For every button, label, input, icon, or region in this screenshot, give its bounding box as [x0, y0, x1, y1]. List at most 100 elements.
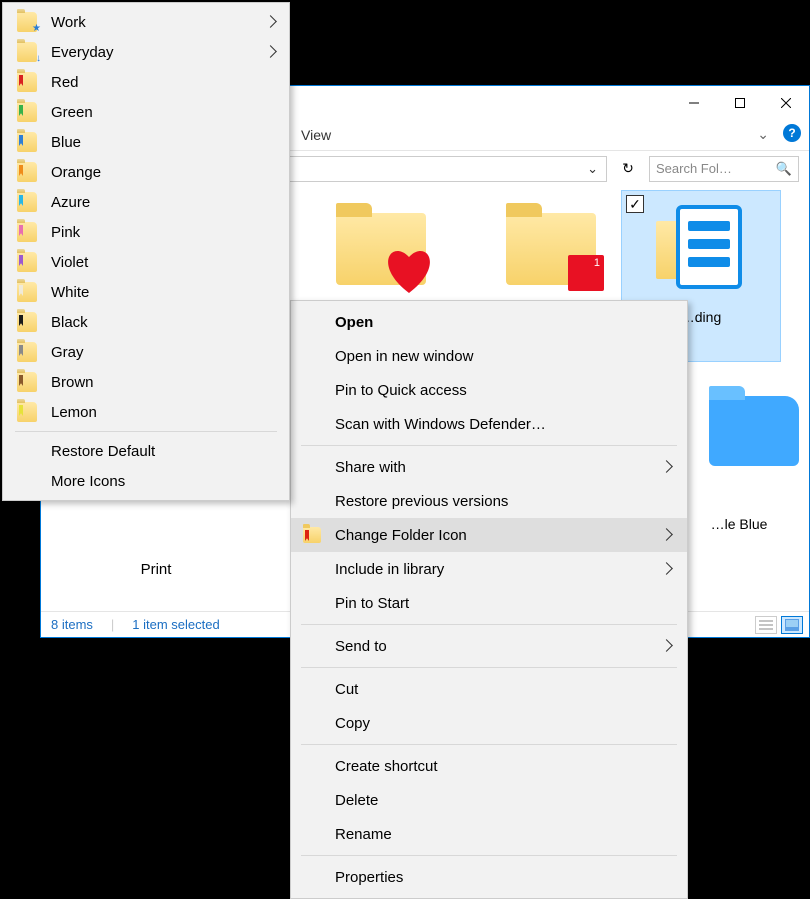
- folder-icon-submenu: Work Everyday Red Green Blue Orange Azure Pin…: [2, 2, 290, 501]
- submenu-color-pink[interactable]: Pink: [3, 217, 289, 247]
- submenu-color-azure[interactable]: Azure: [3, 187, 289, 217]
- folder-color-icon: [17, 402, 37, 422]
- address-dropdown-icon[interactable]: ⌄: [587, 161, 598, 177]
- context-scan-defender[interactable]: Scan with Windows Defender…: [291, 407, 687, 441]
- submenu-work[interactable]: Work: [3, 7, 289, 37]
- folder-color-icon: [17, 72, 37, 92]
- submenu-color-label: Blue: [51, 134, 81, 151]
- large-icons-view-button[interactable]: [781, 616, 803, 634]
- submenu-color-label: Orange: [51, 164, 101, 181]
- submenu-color-black[interactable]: Black: [3, 307, 289, 337]
- context-include-library[interactable]: Include in library: [291, 552, 687, 586]
- context-cut[interactable]: Cut: [291, 672, 687, 706]
- folder-item[interactable]: [709, 396, 799, 466]
- context-open[interactable]: Open: [291, 305, 687, 339]
- folder-color-icon: [17, 252, 37, 272]
- folder-color-icon: [17, 222, 37, 242]
- folder-color-icon: [17, 102, 37, 122]
- submenu-restore-default[interactable]: Restore Default: [3, 436, 289, 466]
- context-pin-start[interactable]: Pin to Start: [291, 586, 687, 620]
- submenu-everyday-label: Everyday: [51, 44, 114, 61]
- submenu-color-label: White: [51, 284, 89, 301]
- context-send-to[interactable]: Send to: [291, 629, 687, 663]
- submenu-color-label: Brown: [51, 374, 94, 391]
- context-restore-prev[interactable]: Restore previous versions: [291, 484, 687, 518]
- folder-item[interactable]: [301, 190, 461, 308]
- context-properties[interactable]: Properties: [291, 860, 687, 894]
- folder-color-icon: [17, 372, 37, 392]
- search-icon: 🔍: [776, 161, 792, 177]
- submenu-color-orange[interactable]: Orange: [3, 157, 289, 187]
- context-change-folder-icon[interactable]: Change Folder Icon: [291, 518, 687, 552]
- folder-icon: [496, 194, 606, 304]
- folder-download-icon: [17, 42, 37, 62]
- folder-icon: [303, 527, 321, 543]
- separator: [15, 431, 277, 432]
- thumbnails-icon: [785, 619, 799, 631]
- print-label[interactable]: Print: [41, 551, 271, 582]
- submenu-color-label: Green: [51, 104, 93, 121]
- status-selected-count: 1 item selected: [132, 617, 219, 632]
- context-share-with[interactable]: Share with: [291, 450, 687, 484]
- folder-icon: [646, 195, 756, 305]
- folder-color-icon: [17, 162, 37, 182]
- separator: [301, 624, 677, 625]
- details-view-icon: [759, 620, 773, 630]
- heart-icon: [384, 247, 434, 293]
- folder-icon: [326, 194, 436, 304]
- details-view-button[interactable]: [755, 616, 777, 634]
- context-open-new-window[interactable]: Open in new window: [291, 339, 687, 373]
- submenu-color-brown[interactable]: Brown: [3, 367, 289, 397]
- submenu-color-label: Red: [51, 74, 79, 91]
- folder-star-icon: [17, 12, 37, 32]
- print-panel: Print: [41, 551, 271, 582]
- minimize-button[interactable]: [671, 88, 717, 118]
- submenu-color-blue[interactable]: Blue: [3, 127, 289, 157]
- submenu-more-icons[interactable]: More Icons: [3, 466, 289, 496]
- submenu-everyday[interactable]: Everyday: [3, 37, 289, 67]
- folder-color-icon: [17, 312, 37, 332]
- submenu-color-label: Violet: [51, 254, 88, 271]
- selection-checkbox[interactable]: ✓: [626, 195, 644, 213]
- submenu-color-violet[interactable]: Violet: [3, 247, 289, 277]
- help-button[interactable]: ?: [783, 124, 801, 142]
- view-mode-switcher: [755, 616, 803, 634]
- folder-color-icon: [17, 342, 37, 362]
- submenu-color-label: Black: [51, 314, 88, 331]
- submenu-color-gray[interactable]: Gray: [3, 337, 289, 367]
- ribbon-expand-icon[interactable]: ⌄: [757, 126, 769, 143]
- context-copy[interactable]: Copy: [291, 706, 687, 740]
- folder-color-icon: [17, 132, 37, 152]
- context-rename[interactable]: Rename: [291, 817, 687, 851]
- submenu-color-label: Azure: [51, 194, 90, 211]
- submenu-color-label: Lemon: [51, 404, 97, 421]
- folder-color-icon: [17, 282, 37, 302]
- submenu-color-label: Gray: [51, 344, 84, 361]
- context-delete[interactable]: Delete: [291, 783, 687, 817]
- search-input[interactable]: Search Fol… 🔍: [649, 156, 799, 182]
- search-placeholder: Search Fol…: [656, 161, 732, 176]
- separator: [301, 445, 677, 446]
- context-change-folder-icon-label: Change Folder Icon: [335, 527, 467, 544]
- submenu-color-white[interactable]: White: [3, 277, 289, 307]
- context-create-shortcut[interactable]: Create shortcut: [291, 749, 687, 783]
- submenu-color-red[interactable]: Red: [3, 67, 289, 97]
- folder-item[interactable]: [471, 190, 631, 308]
- separator: [301, 855, 677, 856]
- context-pin-quick-access[interactable]: Pin to Quick access: [291, 373, 687, 407]
- status-item-count: 8 items: [51, 617, 93, 632]
- submenu-color-label: Pink: [51, 224, 80, 241]
- submenu-work-label: Work: [51, 14, 86, 31]
- refresh-button[interactable]: ↻: [615, 156, 641, 182]
- maximize-button[interactable]: [717, 88, 763, 118]
- tab-view[interactable]: View: [301, 127, 331, 143]
- priority-flag-icon: [568, 255, 604, 291]
- status-divider: |: [111, 617, 114, 632]
- submenu-color-lemon[interactable]: Lemon: [3, 397, 289, 427]
- close-button[interactable]: [763, 88, 809, 118]
- folder-label: …le Blue: [679, 516, 799, 532]
- submenu-color-green[interactable]: Green: [3, 97, 289, 127]
- folder-color-icon: [17, 192, 37, 212]
- context-menu: Open Open in new window Pin to Quick acc…: [290, 300, 688, 899]
- separator: [301, 744, 677, 745]
